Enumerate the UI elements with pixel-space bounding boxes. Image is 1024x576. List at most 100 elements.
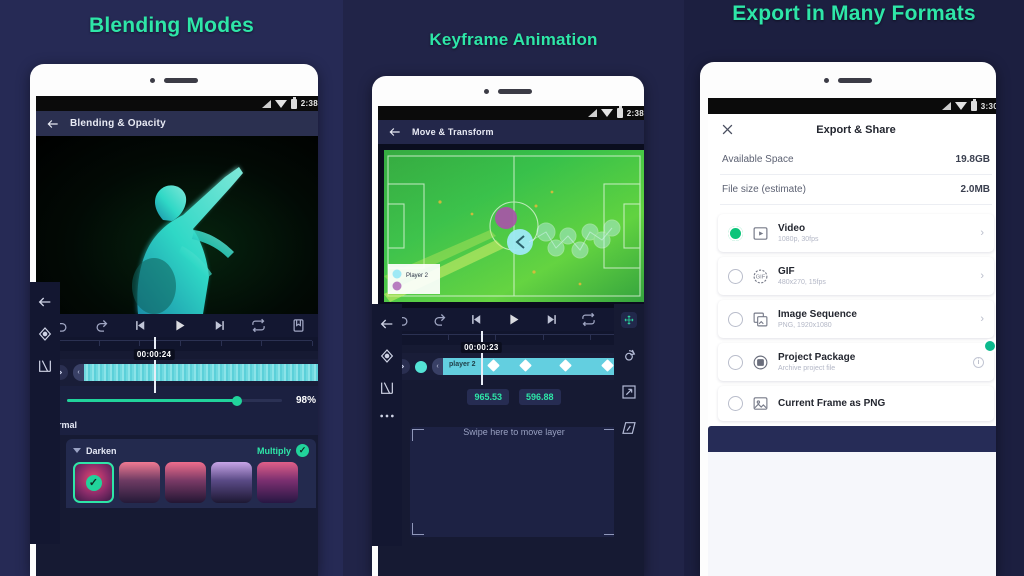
redo-icon[interactable] xyxy=(94,318,109,333)
phone2-video-preview[interactable]: Player 2 xyxy=(378,144,644,308)
info-row-file-size: File size (estimate) 2.0MB xyxy=(708,175,996,204)
bookmark-icon[interactable] xyxy=(291,318,306,333)
rotate-icon[interactable] xyxy=(621,348,637,364)
phone1-timeline[interactable]: 00:00:24 ‹ xyxy=(36,337,318,393)
blend-thumbnail[interactable] xyxy=(165,462,206,503)
radio-unselected[interactable] xyxy=(728,311,743,327)
phone1-video-preview[interactable] xyxy=(36,136,318,314)
row-label: File size (estimate) xyxy=(722,184,806,195)
blend-thumbnail-strip[interactable]: ✓ xyxy=(73,462,309,503)
signal-icon xyxy=(941,102,951,110)
video-clip[interactable]: player 2 xyxy=(443,358,633,375)
legend-box: Player 2 xyxy=(388,264,440,294)
crop-icon[interactable] xyxy=(37,358,53,374)
export-option-card[interactable]: GIF GIF 480x270, 15fps › xyxy=(718,257,994,295)
export-option-title: Image Sequence xyxy=(778,309,857,320)
skip-previous-icon[interactable] xyxy=(469,312,484,327)
export-option-title: Project Package xyxy=(778,352,856,363)
video-clip[interactable] xyxy=(84,364,318,381)
blend-thumbnail[interactable] xyxy=(119,462,160,503)
export-option-text: Image Sequence PNG, 1920x1080 xyxy=(778,309,971,329)
chevron-right-icon[interactable]: › xyxy=(980,313,984,325)
timeline-ruler[interactable] xyxy=(378,331,644,345)
phone2-screen: 2:38 Move & Transform Player 2 00:00:23 … xyxy=(372,106,644,576)
keyframe-diamond-icon[interactable] xyxy=(379,348,395,364)
back-arrow-icon[interactable] xyxy=(37,294,53,310)
back-arrow-icon[interactable] xyxy=(388,125,402,139)
export-option-text: GIF 480x270, 15fps xyxy=(778,266,971,286)
skip-previous-icon[interactable] xyxy=(133,318,148,333)
crop-icon[interactable] xyxy=(379,380,395,396)
blend-group-header[interactable]: Darken Multiply ✓ xyxy=(73,444,309,457)
clip-handle-left[interactable]: ‹ xyxy=(73,364,84,381)
panel-caption-blending: Blending Modes xyxy=(89,14,254,37)
loop-icon[interactable] xyxy=(581,312,596,327)
blend-mode-group[interactable]: Darken Multiply ✓ ✓ xyxy=(66,439,316,508)
keyframe-diamond-icon[interactable] xyxy=(37,326,53,342)
back-arrow-icon[interactable] xyxy=(46,117,60,131)
skip-next-icon[interactable] xyxy=(212,318,227,333)
export-action-strip[interactable] xyxy=(708,426,996,452)
blend-selected-label: Multiply xyxy=(257,445,291,456)
more-icon[interactable] xyxy=(379,412,395,420)
clip-container[interactable]: ‹ xyxy=(73,364,318,381)
clip-handle-left[interactable]: ‹ xyxy=(432,358,443,375)
playhead[interactable] xyxy=(154,337,157,393)
coordinate-x[interactable]: 965.53 xyxy=(467,389,509,405)
move-layer-pad[interactable]: Swipe here to move layer xyxy=(410,427,618,537)
blend-thumbnail[interactable] xyxy=(211,462,252,503)
radio-unselected[interactable] xyxy=(728,268,743,284)
export-option-card[interactable]: Current Frame as PNG xyxy=(718,386,994,421)
radio-unselected[interactable] xyxy=(728,396,743,411)
keyframe-marker[interactable] xyxy=(558,359,572,372)
phone1-left-rail xyxy=(30,282,60,544)
loop-icon[interactable] xyxy=(251,318,266,333)
playhead[interactable] xyxy=(481,331,484,385)
export-option-card[interactable]: Image Sequence PNG, 1920x1080 › xyxy=(718,300,994,338)
phone2-timeline[interactable]: 00:00:23 ‹ player 2 xyxy=(378,331,644,385)
keyframe-marker[interactable] xyxy=(600,359,614,372)
back-arrow-icon[interactable] xyxy=(379,316,395,332)
export-options-list[interactable]: Video 1080p, 30fps › GIF GIF 480x270, 15fps › I… xyxy=(708,205,996,421)
play-icon[interactable] xyxy=(172,318,187,333)
play-icon[interactable] xyxy=(506,312,521,327)
skew-icon[interactable] xyxy=(621,420,637,436)
move-icon[interactable] xyxy=(621,312,637,328)
timeline-track-row[interactable]: ‹ xyxy=(36,359,318,386)
chevron-right-icon[interactable]: › xyxy=(980,270,984,282)
redo-icon[interactable] xyxy=(432,312,447,327)
keyframe-marker[interactable] xyxy=(519,359,532,372)
info-icon[interactable]: i xyxy=(973,356,984,368)
radio-unselected[interactable] xyxy=(728,354,743,370)
timeline-ruler[interactable] xyxy=(36,337,318,351)
export-option-card[interactable]: Project Package Archive project file i xyxy=(718,339,996,381)
chevron-down-icon[interactable] xyxy=(73,448,81,453)
chevron-right-icon[interactable]: › xyxy=(980,227,984,239)
opacity-row[interactable]: 98% xyxy=(36,386,318,415)
coordinate-y[interactable]: 596.88 xyxy=(519,389,561,405)
timeline-track-row[interactable]: ‹ player 2 › xyxy=(378,353,644,380)
radio-selected[interactable] xyxy=(728,225,743,241)
dancer-silhouette xyxy=(132,166,243,314)
speaker-bar xyxy=(498,88,532,94)
phone1-app-bar: Blending & Opacity xyxy=(36,111,318,136)
keyframe-toggle-dot[interactable] xyxy=(415,360,427,373)
export-option-subtitle: PNG, 1920x1080 xyxy=(778,322,832,329)
clip-container[interactable]: ‹ player 2 › xyxy=(432,358,644,375)
blend-thumbnail[interactable] xyxy=(257,462,298,503)
status-time: 2:38 xyxy=(300,99,318,108)
phone-mockup-blending: 2:38 Blending & Opacity 00:00:24 ‹ 98% N… xyxy=(30,64,318,576)
phone1-title: Blending & Opacity xyxy=(70,118,166,129)
opacity-slider[interactable] xyxy=(67,394,282,408)
blend-thumbnail[interactable]: ✓ xyxy=(73,462,114,503)
close-icon[interactable] xyxy=(720,122,735,137)
export-option-title: Video xyxy=(778,223,806,234)
move-pad-hint: Swipe here to move layer xyxy=(463,427,565,437)
slider-knob[interactable] xyxy=(231,395,242,406)
keyframe-marker[interactable] xyxy=(486,359,500,372)
speaker-bar xyxy=(838,77,872,83)
phone1-screen: 2:38 Blending & Opacity 00:00:24 ‹ 98% N… xyxy=(30,96,318,576)
scale-icon[interactable] xyxy=(621,384,637,400)
skip-next-icon[interactable] xyxy=(544,312,559,327)
export-option-card[interactable]: Video 1080p, 30fps › xyxy=(718,214,994,252)
